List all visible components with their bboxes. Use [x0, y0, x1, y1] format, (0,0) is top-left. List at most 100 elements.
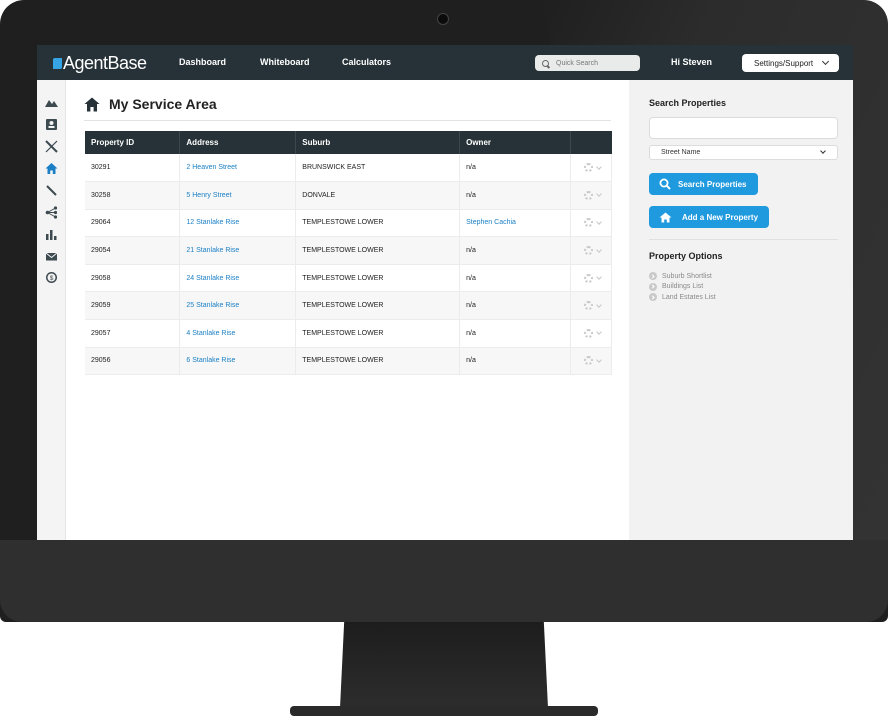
tools-icon[interactable] — [45, 140, 58, 153]
cell-property-id: 29056 — [85, 347, 181, 376]
cell-address-link[interactable]: 25 Stanlake Rise — [179, 291, 297, 321]
nav-dashboard[interactable]: Dashboard — [179, 57, 226, 67]
table-row: 29064 12 Stanlake Rise TEMPLESTOWE LOWER… — [85, 209, 613, 238]
row-actions[interactable] — [570, 347, 613, 376]
option-suburb-shortlist[interactable]: Suburb Shortlist — [649, 271, 716, 282]
gear-icon[interactable] — [583, 163, 593, 173]
add-property-label: Add a New Property — [682, 212, 759, 222]
user-greeting: Hi Steven — [671, 57, 713, 67]
col-header-address[interactable]: Address — [179, 131, 297, 154]
row-actions[interactable] — [570, 154, 613, 183]
mail-icon[interactable] — [45, 250, 58, 263]
chevron-circle-icon — [649, 293, 657, 302]
col-header-actions — [570, 131, 612, 154]
settings-support-dropdown[interactable]: Settings/Support — [742, 54, 839, 72]
option-buildings-list[interactable]: Buildings List — [649, 282, 716, 293]
search-icon — [659, 178, 671, 190]
cell-owner: n/a — [459, 319, 571, 348]
row-actions[interactable] — [570, 291, 613, 321]
monitor-stand-base — [290, 706, 598, 716]
chevron-down-icon — [820, 148, 826, 154]
top-navbar: AgentBase Dashboard Whiteboard Calculato… — [37, 45, 853, 80]
chevron-down-icon — [596, 357, 602, 363]
monitor-mockup: AgentBase Dashboard Whiteboard Calculato… — [0, 0, 888, 718]
cell-address-link[interactable]: 2 Heaven Street — [179, 154, 297, 183]
nav-calculators[interactable]: Calculators — [342, 57, 391, 67]
svg-text:$: $ — [50, 275, 54, 282]
search-properties-heading: Search Properties — [649, 98, 727, 108]
cell-property-id: 29057 — [85, 319, 181, 348]
network-icon[interactable] — [45, 206, 58, 219]
cell-owner: n/a — [459, 154, 571, 183]
quick-search-input[interactable]: Quick Search — [535, 55, 640, 71]
cell-address-link[interactable]: 5 Henry Street — [179, 181, 297, 210]
row-actions[interactable] — [570, 209, 613, 238]
search-properties-label: Search Properties — [678, 179, 747, 189]
search-by-select[interactable]: Street Name — [649, 145, 838, 160]
option-label: Land Estates List — [662, 293, 716, 301]
cell-address-link[interactable]: 21 Stanlake Rise — [179, 236, 297, 265]
option-land-estates-list[interactable]: Land Estates List — [649, 292, 716, 303]
logo[interactable]: AgentBase — [53, 53, 147, 74]
logo-mark-icon — [53, 58, 62, 69]
search-properties-button[interactable]: Search Properties — [649, 173, 758, 195]
main-content: My Service Area Property ID Address Subu… — [66, 80, 629, 540]
property-options-heading: Property Options — [649, 251, 723, 261]
title-divider — [84, 120, 611, 121]
gear-icon[interactable] — [583, 246, 593, 256]
cell-owner: n/a — [459, 291, 571, 321]
row-actions[interactable] — [570, 264, 613, 293]
cell-suburb: DONVALE — [295, 181, 461, 210]
property-search-input[interactable] — [649, 117, 838, 139]
cell-suburb: TEMPLESTOWE LOWER — [295, 347, 461, 376]
cell-address-link[interactable]: 12 Stanlake Rise — [179, 209, 297, 238]
table-row: 29057 4 Stanlake Rise TEMPLESTOWE LOWER … — [85, 319, 613, 348]
properties-table: Property ID Address Suburb Owner 30291 2… — [85, 131, 613, 376]
row-actions[interactable] — [570, 181, 613, 210]
option-label: Buildings List — [662, 283, 704, 291]
right-sidebar: Search Properties Street Name Search Pro… — [629, 80, 853, 540]
mountain-icon[interactable] — [45, 96, 58, 109]
cell-suburb: TEMPLESTOWE LOWER — [295, 264, 461, 293]
contact-card-icon[interactable] — [45, 118, 58, 131]
gear-icon[interactable] — [583, 190, 593, 200]
row-actions[interactable] — [570, 236, 613, 265]
property-options-list: Suburb Shortlist Buildings List Land Est… — [649, 271, 716, 303]
col-header-owner[interactable]: Owner — [459, 131, 571, 154]
page-title: My Service Area — [109, 96, 217, 112]
cell-suburb: TEMPLESTOWE LOWER — [295, 236, 461, 265]
add-property-button[interactable]: Add a New Property — [649, 206, 769, 228]
dollar-coin-icon[interactable]: $ — [45, 271, 58, 284]
cell-address-link[interactable]: 4 Stanlake Rise — [179, 319, 297, 348]
col-header-suburb[interactable]: Suburb — [295, 131, 461, 154]
cell-suburb: TEMPLESTOWE LOWER — [295, 291, 461, 321]
cell-owner: n/a — [459, 181, 571, 210]
pencil-icon[interactable] — [45, 184, 58, 197]
cell-owner-link[interactable]: Stephen Cachia — [459, 209, 571, 238]
cell-suburb: BRUNSWICK EAST — [295, 154, 461, 183]
table-row: 30258 5 Henry Street DONVALE n/a — [85, 181, 613, 210]
gear-icon[interactable] — [583, 301, 593, 311]
cell-address-link[interactable]: 6 Stanlake Rise — [179, 347, 297, 376]
app-screen: AgentBase Dashboard Whiteboard Calculato… — [37, 45, 853, 540]
gear-icon[interactable] — [583, 273, 593, 283]
cell-address-link[interactable]: 24 Stanlake Rise — [179, 264, 297, 293]
gear-icon[interactable] — [583, 328, 593, 338]
chevron-down-icon — [596, 219, 602, 225]
chevron-down-icon — [596, 329, 602, 336]
cell-suburb: TEMPLESTOWE LOWER — [295, 319, 461, 348]
home-icon — [84, 97, 100, 111]
nav-whiteboard[interactable]: Whiteboard — [260, 57, 310, 67]
row-actions[interactable] — [570, 319, 613, 348]
home-icon — [659, 212, 672, 222]
home-icon[interactable] — [45, 162, 58, 175]
cell-property-id: 29064 — [85, 209, 181, 238]
gear-icon[interactable] — [583, 218, 593, 228]
table-row: 29058 24 Stanlake Rise TEMPLESTOWE LOWER… — [85, 264, 613, 293]
cell-property-id: 30258 — [85, 181, 181, 210]
camera-icon — [437, 13, 449, 25]
gear-icon[interactable] — [583, 356, 593, 366]
col-header-property-id[interactable]: Property ID — [85, 131, 181, 154]
chevron-down-icon — [821, 57, 830, 66]
bar-chart-icon[interactable] — [45, 228, 58, 241]
